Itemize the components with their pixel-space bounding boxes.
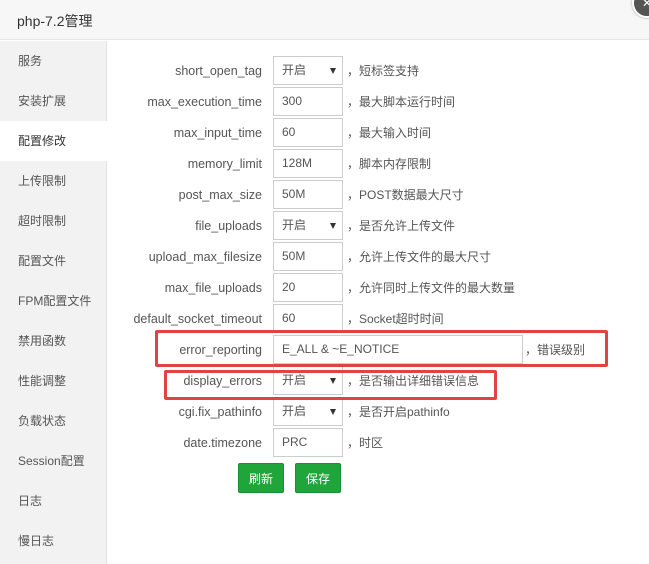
cgi-fix-pathinfo-value: 开启 (282, 404, 307, 418)
row-default-socket-timeout: default_socket_timeout 60 ，Socket超时时间 (107, 304, 647, 335)
date-timezone-input[interactable]: PRC (273, 428, 343, 457)
row-memory-limit: memory_limit 128M ，脚本内存限制 (107, 149, 647, 180)
row-short-open-tag: short_open_tag 开启 ，短标签支持 (107, 56, 647, 87)
chevron-down-icon (330, 223, 336, 229)
sidebar-item-slow-log[interactable]: 慢日志 (0, 521, 106, 561)
row-post-max-size: post_max_size 50M ，POST数据最大尺寸 (107, 180, 647, 211)
max-execution-time-note: ，最大脚本运行时间 (347, 95, 456, 109)
date-timezone-label: date.timezone (183, 436, 262, 450)
display-errors-note: ，是否输出详细错误信息 (347, 374, 480, 388)
short-open-tag-label: short_open_tag (175, 64, 262, 78)
date-timezone-note: ，时区 (347, 436, 384, 450)
cgi-fix-pathinfo-select[interactable]: 开启 (273, 397, 343, 426)
row-max-file-uploads: max_file_uploads 20 ，允许同时上传文件的最大数量 (107, 273, 647, 304)
error-reporting-note: ，错误级别 (525, 343, 586, 357)
memory-limit-note: ，脚本内存限制 (347, 157, 432, 171)
upload-max-filesize-input[interactable]: 50M (273, 242, 343, 271)
chevron-down-icon (330, 409, 336, 415)
row-error-reporting: error_reporting E_ALL & ~E_NOTICE ，错误级别 (107, 335, 647, 366)
sidebar-item-service[interactable]: 服务 (0, 41, 106, 81)
chevron-down-icon (330, 378, 336, 384)
post-max-size-label: post_max_size (178, 188, 262, 202)
row-file-uploads: file_uploads 开启 ，是否允许上传文件 (107, 211, 647, 242)
sidebar-item-log[interactable]: 日志 (0, 481, 106, 521)
row-upload-max-filesize: upload_max_filesize 50M ，允许上传文件的最大尺寸 (107, 242, 647, 273)
sidebar-item-disabled-functions[interactable]: 禁用函数 (0, 321, 106, 361)
default-socket-timeout-note: ，Socket超时时间 (347, 312, 444, 326)
short-open-tag-value: 开启 (282, 63, 307, 77)
dialog-titlebar: php-7.2管理 (0, 0, 649, 40)
display-errors-select[interactable]: 开启 (273, 366, 343, 395)
max-execution-time-input[interactable]: 300 (273, 87, 343, 116)
save-button[interactable]: 保存 (295, 463, 342, 493)
max-input-time-note: ，最大输入时间 (347, 126, 432, 140)
sidebar-item-upload-limit[interactable]: 上传限制 (0, 161, 106, 201)
row-max-execution-time: max_execution_time 300 ，最大脚本运行时间 (107, 87, 647, 118)
post-max-size-input[interactable]: 50M (273, 180, 343, 209)
row-max-input-time: max_input_time 60 ，最大输入时间 (107, 118, 647, 149)
cgi-fix-pathinfo-note: ，是否开启pathinfo (347, 405, 450, 419)
chevron-down-icon (330, 68, 336, 74)
sidebar: 服务 安装扩展 配置修改 上传限制 超时限制 配置文件 FPM配置文件 禁用函数… (0, 41, 108, 564)
sidebar-item-config-edit[interactable]: 配置修改 (0, 121, 108, 161)
error-reporting-label: error_reporting (179, 343, 262, 357)
sidebar-item-config-file[interactable]: 配置文件 (0, 241, 106, 281)
file-uploads-note: ，是否允许上传文件 (347, 219, 456, 233)
sidebar-item-install-extensions[interactable]: 安装扩展 (0, 81, 106, 121)
max-input-time-label: max_input_time (173, 126, 262, 140)
dialog-title: php-7.2管理 (17, 13, 93, 29)
max-file-uploads-input[interactable]: 20 (273, 273, 343, 302)
sidebar-item-session-config[interactable]: Session配置 (0, 441, 106, 481)
file-uploads-select[interactable]: 开启 (273, 211, 343, 240)
upload-max-filesize-note: ，允许上传文件的最大尺寸 (347, 250, 492, 264)
default-socket-timeout-input[interactable]: 60 (273, 304, 343, 333)
sidebar-item-timeout-limit[interactable]: 超时限制 (0, 201, 106, 241)
sidebar-item-load-status[interactable]: 负载状态 (0, 401, 106, 441)
display-errors-label: display_errors (183, 374, 262, 388)
memory-limit-label: memory_limit (187, 157, 262, 171)
row-date-timezone: date.timezone PRC ，时区 (107, 428, 647, 459)
file-uploads-label: file_uploads (195, 219, 262, 233)
short-open-tag-note: ，短标签支持 (347, 64, 420, 78)
default-socket-timeout-label: default_socket_timeout (133, 312, 262, 326)
sidebar-item-fpm-config[interactable]: FPM配置文件 (0, 281, 106, 321)
max-execution-time-label: max_execution_time (147, 95, 262, 109)
refresh-button[interactable]: 刷新 (238, 463, 285, 493)
row-cgi-fix-pathinfo: cgi.fix_pathinfo 开启 ，是否开启pathinfo (107, 397, 647, 428)
max-input-time-input[interactable]: 60 (273, 118, 343, 147)
max-file-uploads-note: ，允许同时上传文件的最大数量 (347, 281, 516, 295)
cgi-fix-pathinfo-label: cgi.fix_pathinfo (178, 405, 262, 419)
short-open-tag-select[interactable]: 开启 (273, 56, 343, 85)
row-display-errors: display_errors 开启 ，是否输出详细错误信息 (107, 366, 647, 397)
memory-limit-input[interactable]: 128M (273, 149, 343, 178)
error-reporting-input[interactable]: E_ALL & ~E_NOTICE (273, 335, 523, 364)
display-errors-value: 开启 (282, 373, 307, 387)
upload-max-filesize-label: upload_max_filesize (148, 250, 262, 264)
post-max-size-note: ，POST数据最大尺寸 (347, 188, 464, 202)
max-file-uploads-label: max_file_uploads (164, 281, 262, 295)
sidebar-item-performance[interactable]: 性能调整 (0, 361, 106, 401)
file-uploads-value: 开启 (282, 218, 307, 232)
